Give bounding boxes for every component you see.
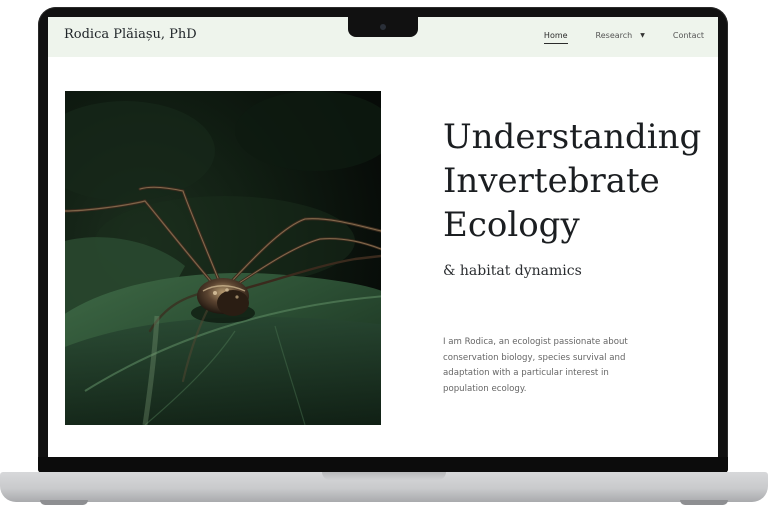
site-brand[interactable]: Rodica Plăiașu, PhD (64, 27, 197, 42)
laptop-foot-left (40, 500, 88, 505)
nav-contact[interactable]: Contact (673, 31, 704, 40)
laptop-chin (38, 457, 728, 473)
hero-title: Understanding Invertebrate Ecology (443, 115, 713, 247)
laptop-base (0, 472, 768, 502)
hero-intro-text: I am Rodica, an ecologist passionate abo… (443, 335, 628, 397)
caret-down-icon: ▼ (640, 32, 645, 39)
harvestman-on-leaf-image (65, 91, 381, 425)
hero-title-line: Invertebrate (443, 161, 660, 201)
nav-research-label: Research (595, 31, 633, 40)
laptop-lid: Rodica Plăiașu, PhD Home Research ▼ Conta… (38, 7, 728, 473)
lid-opening-groove (322, 472, 446, 480)
nav-home[interactable]: Home (543, 31, 568, 44)
intro-line: I am Rodica, an ecologist passionate abo… (443, 337, 628, 347)
hero-title-line: Ecology (443, 205, 580, 245)
webcam-icon (380, 24, 386, 30)
laptop-foot-right (680, 500, 728, 505)
hero-subtitle: & habitat dynamics (443, 263, 582, 279)
intro-line: population ecology. (443, 383, 527, 394)
main-nav: Home Research ▼ Contact (516, 31, 704, 44)
hero-title-line: Understanding (443, 117, 702, 157)
intro-line: conservation biology, species survival a… (443, 352, 626, 363)
intro-line: adaptation with a particular interest in (443, 368, 609, 378)
hero-photo-harvestman (65, 91, 381, 425)
laptop-screen: Rodica Plăiașu, PhD Home Research ▼ Conta… (48, 17, 718, 457)
laptop-mockup: Rodica Plăiașu, PhD Home Research ▼ Conta… (0, 0, 768, 507)
camera-notch (348, 17, 418, 37)
nav-research[interactable]: Research ▼ (596, 31, 645, 40)
